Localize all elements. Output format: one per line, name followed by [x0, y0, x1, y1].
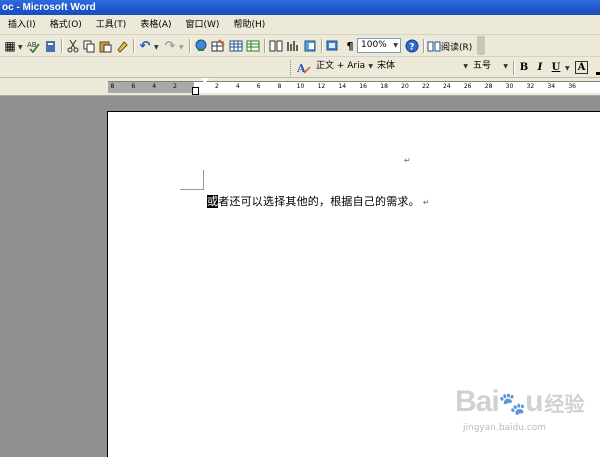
styles-formatting-icon[interactable]: A	[296, 60, 312, 76]
font-size-select[interactable]: 五号 ▼	[470, 60, 510, 75]
ruler-number: 18	[380, 83, 388, 90]
menu-insert[interactable]: 插入(I)	[0, 16, 43, 34]
ruler-number: 36	[568, 83, 576, 90]
chevron-down-icon: ▼	[463, 63, 468, 70]
drawing-icon[interactable]	[285, 38, 301, 54]
paragraph-mark: ↵	[404, 156, 411, 165]
menu-help[interactable]: 帮助(H)	[226, 16, 272, 34]
ruler-number: 8	[110, 83, 115, 90]
tables-borders-icon[interactable]	[210, 38, 226, 54]
menu-bar: 插入(I) 格式(O) 工具(T) 表格(A) 窗口(W) 帮助(H)	[0, 15, 600, 35]
window-title-bar[interactable]: oc - Microsoft Word	[0, 0, 600, 15]
horizontal-ruler[interactable]: 8 6 4 2 2 4 6 8 10 12 14 16 18 20 22 24 26 28 30 32 34 36	[0, 77, 600, 96]
formatting-toolbar: A 正文 + Aria ▼ 宋体 ▼ 五号 ▼ B I U ▼ A	[0, 57, 600, 78]
zoom-select[interactable]: 100% ▼	[357, 38, 401, 53]
ruler-number: 2	[214, 83, 219, 90]
ruler-number: 8	[277, 83, 282, 90]
paragraph-mark: ↵	[422, 198, 430, 207]
watermark-logo-end: u	[525, 385, 543, 418]
window-title: oc - Microsoft Word	[2, 2, 96, 13]
style-select[interactable]: 正文 + Aria ▼	[313, 60, 373, 75]
ruler-number: 24	[442, 83, 451, 90]
ruler-number: 32	[526, 83, 535, 90]
watermark-cn-text: 经验	[544, 392, 585, 416]
text-body: 者还可以选择其他的，根据自己的需求。	[218, 195, 420, 208]
cut-icon[interactable]	[65, 38, 81, 54]
font-size-value: 五号	[473, 61, 492, 71]
underline-button[interactable]: U	[548, 60, 564, 76]
research-icon[interactable]: ▦	[2, 38, 18, 54]
font-value: 宋体	[377, 61, 396, 71]
standard-toolbar: ▦ ▼ AB ↶ ▼ ↷ ▼ ¶ 100% ▼ ? 阅读(R)	[0, 35, 600, 57]
format-painter-icon[interactable]	[114, 38, 130, 54]
crop-mark-horizontal	[180, 189, 203, 190]
ruler-number: 28	[484, 83, 493, 90]
document-map-icon[interactable]	[302, 38, 318, 54]
read-icon[interactable]	[426, 38, 442, 54]
ruler-number: 30	[505, 83, 514, 90]
insert-table-icon[interactable]	[228, 38, 244, 54]
character-border-button[interactable]: A	[575, 61, 588, 74]
paragraph-mark-icon[interactable]: ¶	[342, 38, 358, 54]
ruler-number: 12	[317, 83, 326, 90]
research-book-icon[interactable]	[43, 38, 59, 54]
read-button[interactable]: 阅读(R)	[441, 40, 472, 53]
ruler-number: 20	[401, 83, 409, 90]
ruler-number: 16	[359, 83, 367, 90]
zoom-value: 100%	[361, 40, 387, 50]
menu-format[interactable]: 格式(O)	[43, 16, 89, 34]
spelling-icon[interactable]: AB	[26, 38, 42, 54]
ruler-number: 26	[463, 83, 472, 90]
menu-tools[interactable]: 工具(T)	[89, 16, 134, 34]
toolbar-grip[interactable]	[290, 60, 294, 75]
font-select[interactable]: 宋体 ▼	[374, 60, 470, 75]
ruler-number: 2	[173, 83, 177, 90]
ruler-number: 34	[547, 83, 556, 90]
undo-icon[interactable]: ↶	[137, 38, 153, 54]
insert-excel-icon[interactable]	[245, 38, 261, 54]
italic-button[interactable]: I	[532, 60, 548, 76]
copy-icon[interactable]	[81, 38, 97, 54]
chevron-down-icon: ▼	[393, 42, 398, 49]
svg-text:?: ?	[409, 43, 414, 53]
ruler-number: 14	[338, 83, 347, 90]
chevron-down-icon: ▼	[368, 63, 373, 70]
watermark-logo: Bai	[455, 385, 500, 418]
ruler-number: 22	[422, 83, 430, 90]
menu-window[interactable]: 窗口(W)	[179, 16, 227, 34]
bold-button[interactable]: B	[516, 60, 532, 76]
columns-icon[interactable]	[268, 38, 284, 54]
highlight-icon[interactable]	[592, 60, 600, 76]
baidu-jingyan-watermark: Bai🐾u 经验 jingyan.baidu.com	[455, 385, 585, 433]
hyperlink-icon[interactable]	[193, 38, 209, 54]
help-icon[interactable]: ?	[404, 38, 420, 54]
ruler-number: 6	[131, 83, 136, 90]
style-value: 正文 + Aria	[316, 61, 366, 71]
chevron-down-icon: ▼	[503, 63, 508, 70]
selected-text: 或	[207, 195, 219, 208]
redo-icon: ↷	[164, 38, 176, 54]
show-hide-icon[interactable]	[325, 38, 341, 54]
ruler-number: 10	[296, 83, 305, 90]
menu-table[interactable]: 表格(A)	[133, 16, 178, 34]
ruler-number: 4	[235, 83, 240, 90]
crop-mark-vertical	[203, 170, 204, 190]
document-text[interactable]: 或者还可以选择其他的，根据自己的需求。 ↵	[207, 193, 430, 209]
left-indent-marker[interactable]	[192, 87, 199, 95]
ruler-number: 4	[152, 83, 157, 90]
toolbar-options-icon[interactable]	[477, 36, 485, 55]
first-line-indent-marker[interactable]	[201, 77, 209, 84]
read-button-label: 阅读(R)	[441, 43, 473, 53]
paw-icon: 🐾	[498, 391, 526, 416]
watermark-url: jingyan.baidu.com	[463, 423, 547, 433]
ruler-number: 6	[256, 83, 261, 90]
paste-icon[interactable]	[97, 38, 113, 54]
